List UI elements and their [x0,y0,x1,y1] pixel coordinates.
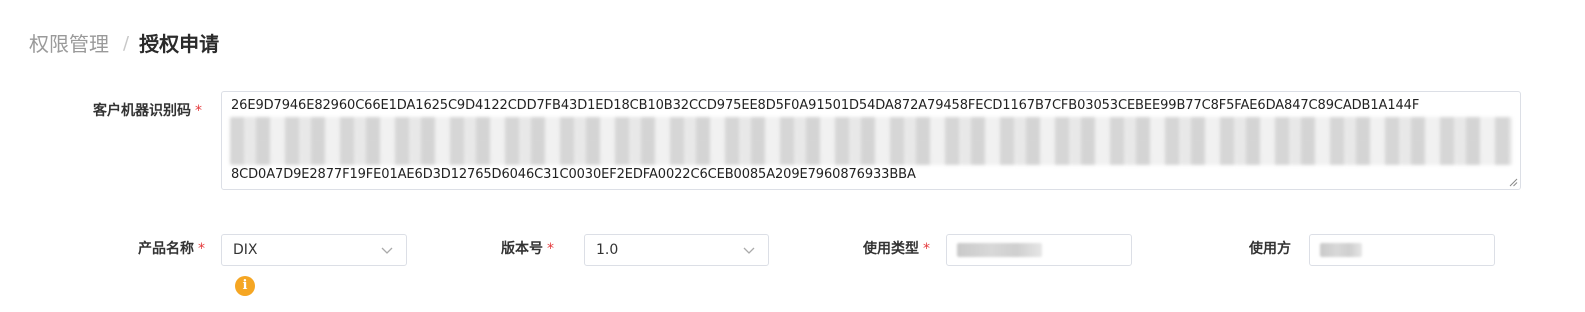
machine-code-line-first: 26E9D7946E82960C66E1DA1625C9D4122CDD7FB4… [231,98,1420,113]
version-value: 1.0 [596,242,619,258]
usage-type-label: 使用类型 * [863,239,930,259]
machine-code-textarea[interactable]: 26E9D7946E82960C66E1DA1625C9D4122CDD7FB4… [221,91,1521,190]
machine-code-label-text: 客户机器识别码 [93,103,191,119]
chevron-down-icon [743,247,755,254]
version-label: 版本号 * [501,239,554,259]
required-mark: * [198,241,205,257]
machine-code-label: 客户机器识别码 * [93,101,202,121]
breadcrumb-current-page: 授权申请 [139,32,220,56]
user-input[interactable] [1309,234,1495,266]
machine-code-line-last: 8CD0A7D9E2877F19FE01AE6D3D12765D6046C31C… [231,167,916,182]
breadcrumb-separator: / [123,33,130,54]
user-label: 使用方 [1249,239,1291,259]
breadcrumb-permission-management[interactable]: 权限管理 [29,30,109,58]
machine-code-redacted-area [230,117,1512,165]
resize-handle-icon[interactable] [1509,178,1518,187]
product-name-label-text: 产品名称 [138,241,194,257]
usage-type-select[interactable] [946,234,1132,266]
usage-type-redacted-value [957,243,1042,257]
version-select[interactable]: 1.0 [584,234,769,266]
required-mark: * [547,241,554,257]
product-name-select[interactable]: DIX [221,234,407,266]
user-label-text: 使用方 [1249,241,1291,257]
info-icon[interactable]: i [235,276,255,296]
user-redacted-value [1320,243,1362,257]
required-mark: * [195,103,202,119]
product-name-value: DIX [233,242,258,258]
breadcrumb: 权限管理 / 授权申请 [29,30,219,58]
authorization-apply-page: 权限管理 / 授权申请 客户机器识别码 * 26E9D7946E82960C66E… [0,0,1585,312]
version-label-text: 版本号 [501,241,543,257]
usage-type-label-text: 使用类型 [863,241,919,257]
product-name-label: 产品名称 * [138,239,205,259]
required-mark: * [923,241,930,257]
chevron-down-icon [381,247,393,254]
